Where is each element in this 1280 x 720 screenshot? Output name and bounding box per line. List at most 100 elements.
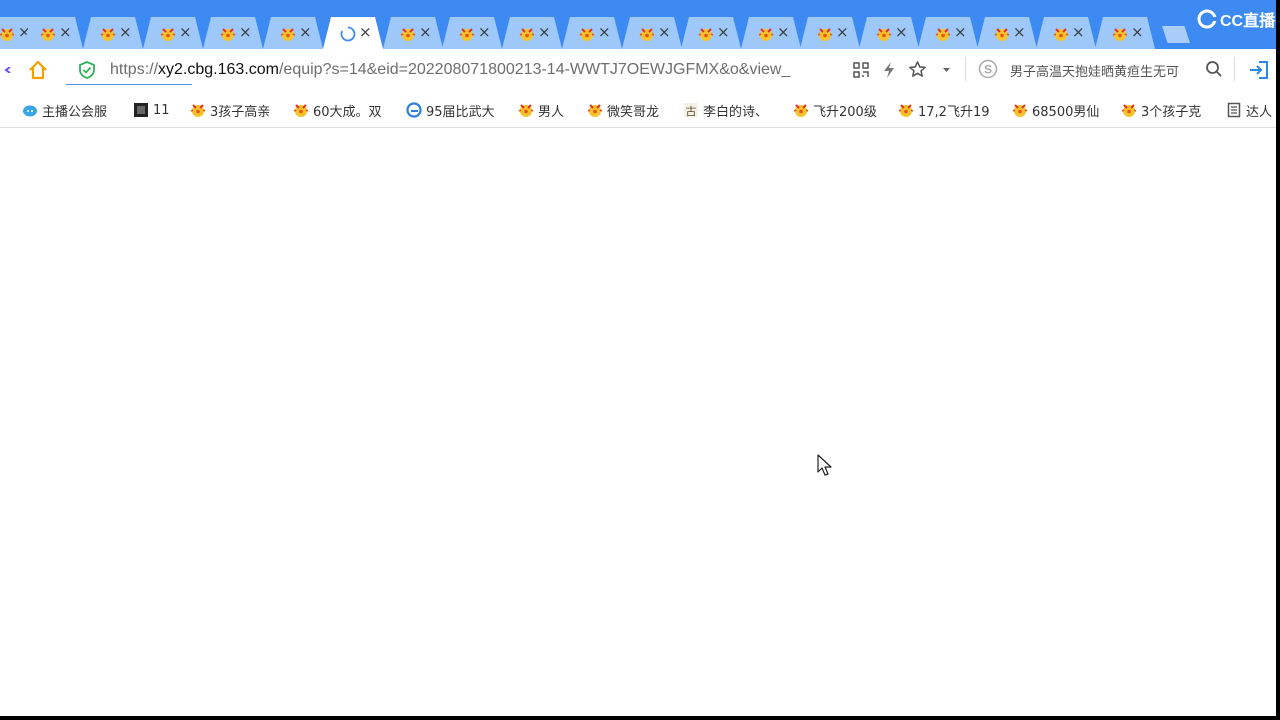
bookmark-item[interactable]: 主播公会服 (22, 101, 108, 120)
tab-close-icon[interactable]: × (1072, 23, 1085, 41)
url-path: /equip?s=14&eid=202208071800213-14-WWTJ7… (278, 61, 791, 78)
bookmark-item[interactable]: 微笑哥龙 (587, 101, 660, 120)
bookmark-label: 17,2飞升19 (918, 104, 990, 120)
url-host: xy2.cbg.163.com (158, 61, 279, 78)
tab[interactable]: × (1036, 17, 1096, 49)
bookmark-item[interactable]: 古李白的诗、 (683, 101, 769, 120)
tab[interactable]: × (1095, 17, 1155, 49)
tab[interactable]: × (143, 17, 203, 49)
browser-icon (406, 102, 422, 118)
tab[interactable]: × (383, 17, 443, 49)
bookmark-item[interactable]: 达人 (1226, 101, 1273, 120)
tab[interactable]: × (681, 17, 741, 49)
tab[interactable]: × (83, 17, 143, 49)
qr-code-icon[interactable] (853, 62, 869, 78)
tab-close-icon[interactable]: × (299, 23, 312, 41)
tab-close-icon[interactable]: × (119, 23, 132, 41)
cloud-icon (23, 105, 37, 117)
tab-close-icon[interactable]: × (1131, 23, 1144, 41)
tab[interactable]: × (800, 17, 860, 49)
bookmark-label: 主播公会服 (42, 104, 108, 120)
tab-close-icon[interactable]: × (1013, 23, 1026, 41)
bookmark-item[interactable]: 17,2飞升19 (898, 101, 990, 120)
lightning-icon[interactable] (882, 61, 896, 79)
star-bookmark-icon[interactable] (908, 60, 927, 79)
mouse-cursor-icon (817, 454, 832, 476)
tab-close-icon[interactable]: × (538, 23, 551, 41)
url-scheme: https:// (110, 61, 159, 78)
login-icon[interactable] (1248, 59, 1270, 81)
tab-close-icon[interactable]: × (836, 23, 849, 41)
tab[interactable]: × (502, 17, 562, 49)
bookmark-label: 达人 (1246, 104, 1273, 120)
back-arrow-icon[interactable] (4, 67, 12, 73)
chick-icon (518, 104, 534, 117)
toolbar-divider (1234, 57, 1235, 81)
chick-favicon-icon (519, 26, 535, 42)
tab-close-icon[interactable]: × (59, 23, 72, 41)
tab[interactable]: × (263, 17, 323, 49)
chick-favicon-icon (698, 26, 714, 42)
cc-logo-icon (1197, 9, 1218, 29)
search-engine-icon[interactable]: S (978, 59, 998, 79)
bookmark-item[interactable]: 95届比武大 (406, 101, 495, 120)
chick-favicon-icon (1112, 26, 1128, 42)
bookmark-item[interactable]: 3孩子高亲 (190, 101, 271, 120)
bookmark-label: 3个孩子克 (1141, 104, 1202, 120)
tab[interactable]: × (23, 17, 83, 49)
home-icon[interactable] (27, 59, 49, 81)
bookmark-item[interactable]: 男人 (518, 101, 564, 120)
bookmark-label: 95届比武大 (426, 104, 495, 120)
url-underline (66, 84, 192, 85)
url-text[interactable]: https://xy2.cbg.163.com/equip?s=14&eid=2… (110, 61, 790, 79)
tab-close-icon[interactable]: × (777, 23, 790, 41)
new-tab-button[interactable] (1162, 26, 1190, 43)
tab[interactable]: × (442, 17, 502, 49)
tab-close-icon[interactable]: × (239, 23, 252, 41)
address-bar[interactable]: https://xy2.cbg.163.com/equip?s=14&eid=2… (66, 55, 962, 85)
chick-favicon-icon (280, 26, 296, 42)
tab-active[interactable]: × (323, 17, 383, 49)
brand-label: CC直播 (1220, 13, 1276, 30)
secure-shield-icon[interactable] (78, 61, 96, 79)
chick-icon (293, 104, 309, 117)
bookmark-item[interactable]: 飞升200级 (793, 101, 877, 120)
tab-close-icon[interactable]: × (179, 23, 192, 41)
tab[interactable]: × (203, 17, 263, 49)
search-icon[interactable] (1205, 60, 1223, 78)
bookmark-label: 微笑哥龙 (607, 104, 660, 120)
search-input[interactable]: 男子高温天抱娃晒黄疸生无可 (1010, 61, 1198, 80)
bookmark-item[interactable]: 68500男仙 (1012, 101, 1099, 120)
toolbar-divider (965, 57, 966, 81)
tab-close-icon[interactable]: × (359, 23, 372, 41)
bookmark-label: 李白的诗、 (703, 104, 769, 120)
bookmark-label: 3孩子高亲 (210, 104, 271, 120)
chick-favicon-icon (876, 26, 892, 42)
bookmark-item[interactable]: 60大成。双 (293, 101, 382, 120)
tab[interactable]: × (741, 17, 801, 49)
tab-close-icon[interactable]: × (478, 23, 491, 41)
tab[interactable]: × (918, 17, 978, 49)
browser-window: × × × × × × × × × × × × × × × × × × × × CC直播 https://xy2.cb… (0, 0, 1276, 716)
document-icon (1227, 102, 1241, 118)
chick-favicon-icon (400, 26, 416, 42)
chick-favicon-icon (160, 26, 176, 42)
tab-close-icon[interactable]: × (419, 23, 432, 41)
tab-close-icon[interactable]: × (895, 23, 908, 41)
tab[interactable]: × (859, 17, 919, 49)
tab-close-icon[interactable]: × (658, 23, 671, 41)
chick-icon (793, 104, 809, 117)
chick-favicon-icon (994, 26, 1010, 42)
tab-strip: × × × × × × × × × × × × × × × × × × × × CC直播 (0, 0, 1276, 49)
chick-favicon-icon (639, 26, 655, 42)
tab[interactable]: × (562, 17, 622, 49)
chick-favicon-icon (459, 26, 475, 42)
chevron-down-icon[interactable] (942, 67, 951, 73)
tab-close-icon[interactable]: × (598, 23, 611, 41)
tab-close-icon[interactable]: × (954, 23, 967, 41)
tab[interactable]: × (622, 17, 682, 49)
tab-close-icon[interactable]: × (717, 23, 730, 41)
tab[interactable]: × (977, 17, 1037, 49)
bookmark-item[interactable]: 11 (133, 101, 170, 119)
bookmark-item[interactable]: 3个孩子克 (1121, 101, 1202, 120)
